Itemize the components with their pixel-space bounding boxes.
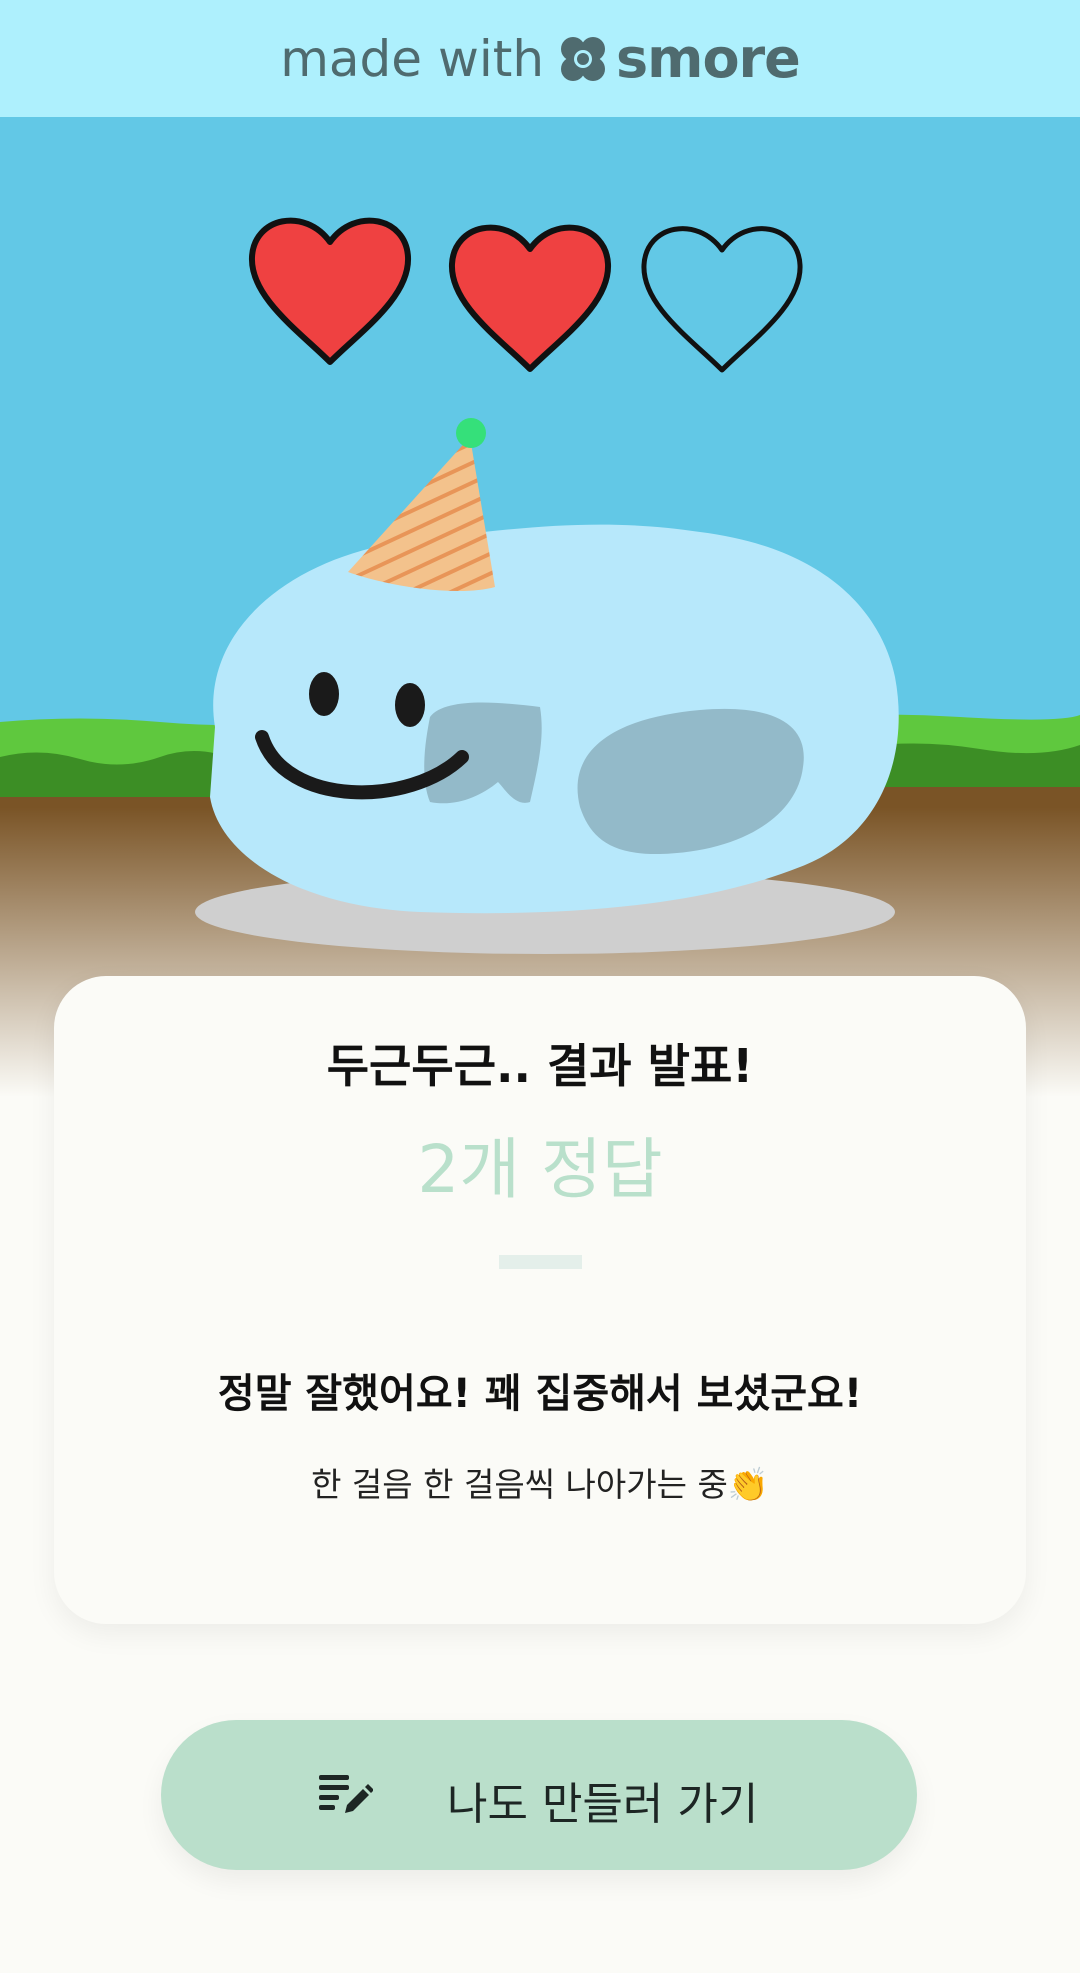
- made-with-banner[interactable]: made with smore: [0, 0, 1080, 117]
- edit-list-icon: [319, 1775, 373, 1813]
- make-your-own-button[interactable]: 나도 만들러 가기: [161, 1720, 917, 1870]
- brand-name: smore: [616, 27, 801, 90]
- result-page: made with smore 두근두근.. 결과 발표! 2개 정답 정말 잘…: [0, 0, 1080, 1973]
- result-title: 두근두근.. 결과 발표!: [326, 1039, 754, 1093]
- make-your-own-label: 나도 만들러 가기: [447, 1779, 759, 1830]
- smore-brand[interactable]: smore: [558, 27, 801, 90]
- result-card: 두근두근.. 결과 발표! 2개 정답 정말 잘했어요! 꽤 집중해서 보셨군요…: [54, 976, 1026, 1624]
- smore-logo-icon: [561, 36, 606, 81]
- slime-mascot: [210, 524, 899, 914]
- hat-pompom: [456, 418, 486, 448]
- result-sub-message: 한 걸음 한 걸음씩 나아가는 중👏: [311, 1465, 769, 1504]
- slime-eye: [395, 683, 425, 727]
- divider: [499, 1255, 582, 1269]
- result-illustration: [0, 117, 1080, 1097]
- made-with-text: made with: [280, 29, 545, 88]
- slime-eye: [309, 672, 339, 716]
- score-text: 2개 정답: [417, 1131, 663, 1208]
- result-message: 정말 잘했어요! 꽤 집중해서 보셨군요!: [217, 1371, 863, 1417]
